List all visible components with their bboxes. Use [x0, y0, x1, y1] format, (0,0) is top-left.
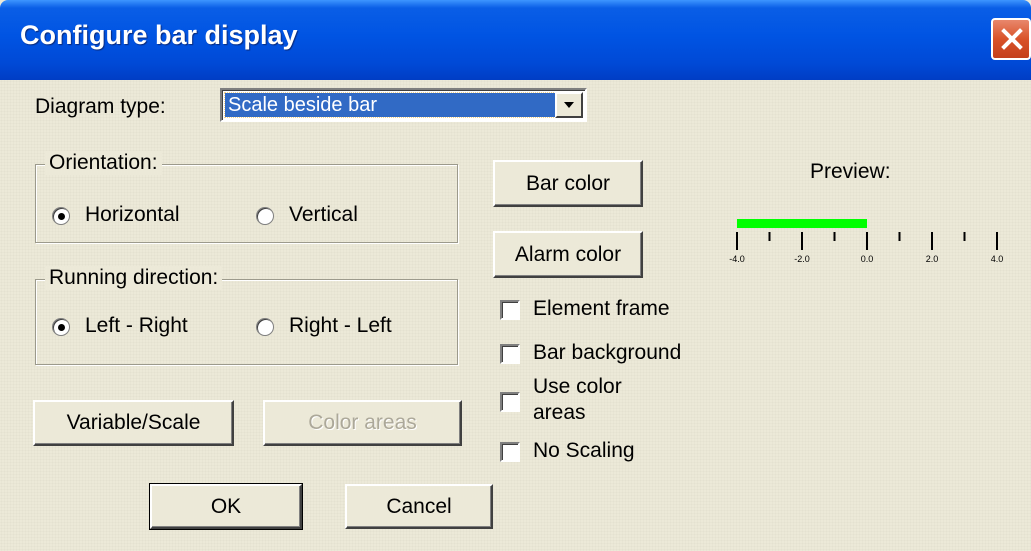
variable-scale-button[interactable]: Variable/Scale — [33, 400, 234, 446]
window-title: Configure bar display — [20, 20, 298, 50]
radio-left-right-label[interactable]: Left - Right — [85, 314, 188, 338]
close-icon — [1001, 28, 1023, 50]
checkbox-use-color-areas-label-line1[interactable]: Use color — [533, 375, 622, 399]
diagram-type-label: Diagram type: — [35, 95, 166, 118]
chevron-down-icon — [564, 102, 574, 108]
ok-button[interactable]: OK — [149, 483, 303, 530]
radio-right-left-label[interactable]: Right - Left — [289, 314, 392, 338]
preview-tick-label: -2.0 — [794, 254, 810, 264]
close-button[interactable] — [991, 18, 1031, 60]
checkbox-no-scaling-label[interactable]: No Scaling — [533, 439, 635, 463]
checkbox-use-color-areas[interactable] — [500, 392, 520, 412]
preview-tick-label: 2.0 — [926, 254, 939, 264]
radio-horizontal-label[interactable]: Horizontal — [85, 203, 180, 227]
running-direction-group-label: Running direction: — [45, 266, 223, 290]
cancel-button[interactable]: Cancel — [345, 484, 493, 529]
checkbox-use-color-areas-label-line2[interactable]: areas — [533, 401, 586, 425]
orientation-group-label: Orientation: — [45, 151, 162, 175]
alarm-color-button[interactable]: Alarm color — [493, 231, 643, 278]
radio-selected-dot — [58, 213, 65, 220]
checkbox-bar-background[interactable] — [500, 344, 520, 364]
diagram-type-value: Scale beside bar — [224, 92, 556, 118]
radio-selected-dot — [58, 324, 65, 331]
color-areas-button[interactable]: Color areas — [263, 400, 462, 446]
radio-vertical-label[interactable]: Vertical — [289, 203, 358, 227]
radio-right-left[interactable] — [256, 318, 274, 336]
bar-preview: -4.0 -2.0 0.0 2.0 4.0 — [729, 219, 1004, 264]
radio-vertical[interactable] — [256, 207, 274, 225]
dropdown-arrow-button[interactable] — [555, 92, 583, 118]
checkbox-element-frame[interactable] — [500, 300, 520, 320]
checkbox-element-frame-label[interactable]: Element frame — [533, 297, 670, 321]
checkbox-bar-background-label[interactable]: Bar background — [533, 341, 681, 365]
checkbox-no-scaling[interactable] — [500, 442, 520, 462]
bar-color-button[interactable]: Bar color — [493, 160, 643, 207]
preview-label: Preview: — [810, 160, 891, 183]
diagram-type-select[interactable]: Scale beside bar — [220, 88, 587, 122]
preview-bar — [737, 219, 867, 228]
radio-left-right[interactable] — [52, 318, 70, 336]
radio-horizontal[interactable] — [52, 207, 70, 225]
preview-tick-label: -4.0 — [729, 254, 745, 264]
preview-tick-label: 4.0 — [991, 254, 1004, 264]
preview-tick-label: 0.0 — [861, 254, 874, 264]
